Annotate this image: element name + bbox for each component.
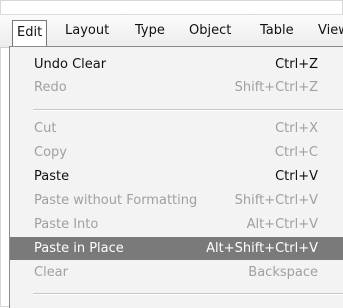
- menu-item-shortcut: Ctrl+V: [275, 169, 318, 184]
- menu-item-paste-in-place[interactable]: Paste in Place Alt+Shift+Ctrl+V: [10, 237, 343, 260]
- menu-item-shortcut: Alt+Ctrl+V: [246, 217, 318, 232]
- menu-item-paste-without-formatting[interactable]: Paste without Formatting Shift+Ctrl+V: [10, 189, 343, 212]
- menu-type[interactable]: Type: [135, 15, 165, 47]
- menu-item-label: Cut: [34, 121, 57, 136]
- menu-item-copy[interactable]: Copy Ctrl+C: [10, 141, 343, 164]
- edit-menu-dropdown: Undo Clear Ctrl+Z Redo Shift+Ctrl+Z Cut …: [9, 46, 343, 308]
- menu-item-label: Copy: [34, 145, 67, 160]
- menu-item-clear[interactable]: Clear Backspace: [10, 261, 343, 284]
- menu-item-shortcut: Ctrl+Z: [275, 57, 318, 72]
- menu-item-shortcut: Backspace: [248, 265, 318, 280]
- menu-separator: [33, 293, 343, 295]
- menu-item-shortcut: Ctrl+X: [275, 121, 318, 136]
- menu-item-label: Redo: [34, 80, 67, 95]
- menu-bar: Edit Layout Type Object Table View: [0, 14, 343, 48]
- menu-item-label: Paste Into: [34, 217, 99, 232]
- menu-item-label: Paste without Formatting: [34, 193, 198, 208]
- menu-item-paste[interactable]: Paste Ctrl+V: [10, 165, 343, 188]
- menu-item-shortcut: Ctrl+C: [274, 145, 318, 160]
- menu-item-redo[interactable]: Redo Shift+Ctrl+Z: [10, 76, 343, 99]
- menu-item-label: Clear: [34, 265, 68, 280]
- menu-layout[interactable]: Layout: [65, 15, 109, 47]
- menu-item-label: Paste: [34, 169, 70, 184]
- menu-edit[interactable]: Edit: [12, 20, 48, 46]
- menu-table[interactable]: Table: [260, 15, 294, 47]
- menu-separator: [33, 109, 343, 111]
- menu-item-label: Undo Clear: [34, 57, 107, 72]
- menu-item-shortcut: Shift+Ctrl+V: [234, 193, 318, 208]
- menu-item-cut[interactable]: Cut Ctrl+X: [10, 117, 343, 140]
- menu-item-paste-into[interactable]: Paste Into Alt+Ctrl+V: [10, 213, 343, 236]
- menu-object[interactable]: Object: [189, 15, 231, 47]
- menu-item-shortcut: Shift+Ctrl+Z: [234, 80, 318, 95]
- menu-item-shortcut: Alt+Shift+Ctrl+V: [206, 241, 318, 256]
- menu-item-label: Paste in Place: [34, 241, 124, 256]
- menu-view[interactable]: View: [318, 15, 343, 47]
- menu-item-undo-clear[interactable]: Undo Clear Ctrl+Z: [10, 53, 343, 76]
